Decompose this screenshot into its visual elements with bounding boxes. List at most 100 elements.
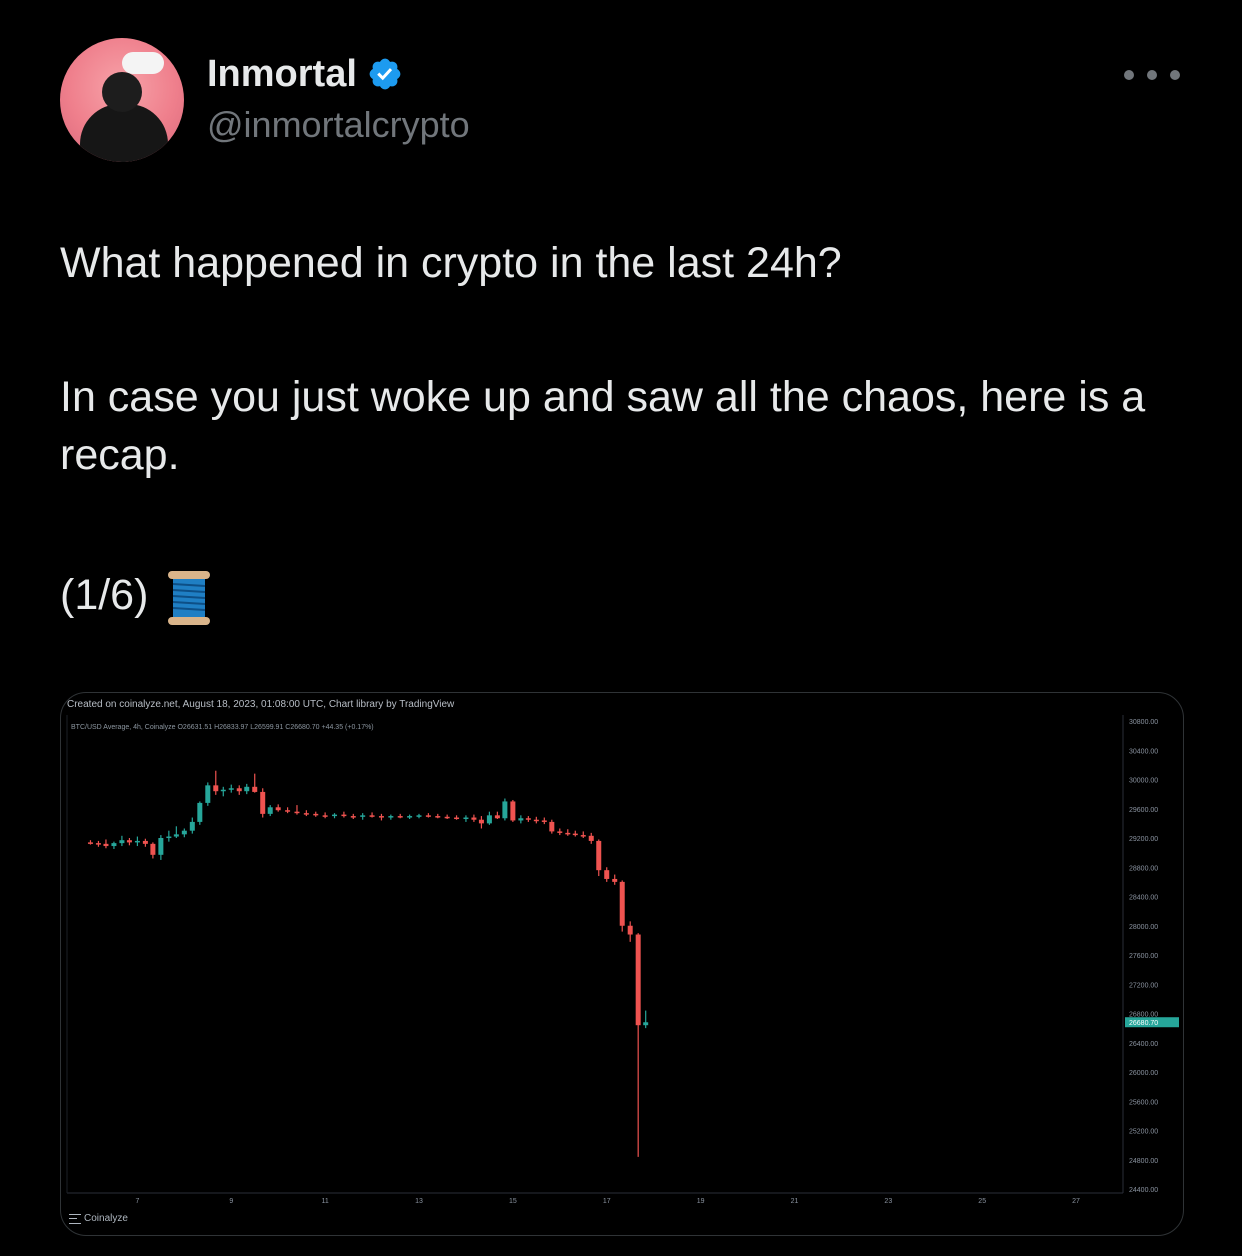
candle-body <box>397 816 403 818</box>
candle-body <box>213 785 219 792</box>
price-tick-label: 30000.00 <box>1129 778 1158 785</box>
candle-body <box>369 815 375 817</box>
price-tick-label: 27200.00 <box>1129 982 1158 989</box>
candle-body <box>322 815 328 817</box>
candle-body <box>189 821 195 831</box>
candle-body <box>557 831 563 833</box>
price-tick-label: 30400.00 <box>1129 748 1158 755</box>
candle-body <box>619 881 625 926</box>
price-tick-label: 28400.00 <box>1129 895 1158 902</box>
price-tick-label: 28800.00 <box>1129 865 1158 872</box>
candle-body <box>313 813 319 816</box>
price-tick-label: 30800.00 <box>1129 719 1158 726</box>
thread-counter: (1/6) <box>60 571 149 619</box>
author-name[interactable]: Inmortal <box>207 53 357 96</box>
candle-body <box>294 811 300 814</box>
time-tick-label: 25 <box>978 1198 986 1205</box>
candle-body <box>454 817 460 820</box>
candle-body <box>416 815 422 817</box>
last-price-label: 26680.70 <box>1129 1020 1158 1027</box>
time-tick-label: 13 <box>415 1198 423 1205</box>
candle-body <box>119 840 125 844</box>
candle-body <box>635 934 641 1026</box>
candle-body <box>643 1022 649 1026</box>
candle-body <box>236 788 242 792</box>
time-tick-label: 21 <box>791 1198 799 1205</box>
coinalyze-logo-icon <box>69 1213 81 1224</box>
post-text: What happened in crypto in the last 24h?… <box>60 234 1190 627</box>
candle-body <box>502 801 508 819</box>
candle-body <box>142 840 148 844</box>
author-handle[interactable]: @inmortalcrypto <box>207 104 470 146</box>
candle-body <box>244 786 250 792</box>
candle-body <box>332 814 338 817</box>
candle-body <box>173 834 179 837</box>
candle-body <box>275 807 281 811</box>
candle-body <box>627 925 633 935</box>
post-text-line-2: In case you just woke up and saw all the… <box>60 373 1146 479</box>
time-tick-label: 15 <box>509 1198 517 1205</box>
time-tick-label: 11 <box>321 1198 328 1205</box>
candle-body <box>303 813 309 815</box>
candle-body <box>260 791 266 814</box>
author-avatar[interactable] <box>60 38 184 162</box>
attached-chart-image[interactable]: Created on coinalyze.net, August 18, 202… <box>60 692 1184 1236</box>
price-tick-label: 29600.00 <box>1129 807 1158 814</box>
candle-body <box>471 817 477 820</box>
more-options-icon[interactable] <box>1124 62 1180 88</box>
avatar-figure-body <box>80 104 168 162</box>
candle-body <box>444 816 450 819</box>
author-name-row: Inmortal <box>207 52 403 96</box>
time-tick-label: 27 <box>1072 1198 1080 1205</box>
candle-body <box>166 836 172 839</box>
candle-body <box>533 819 539 822</box>
price-tick-label: 26400.00 <box>1129 1041 1158 1048</box>
candle-body <box>350 816 356 818</box>
price-tick-label: 25600.00 <box>1129 1099 1158 1106</box>
more-dot <box>1147 70 1157 80</box>
candle-body <box>103 843 109 847</box>
avatar-figure-head <box>102 72 142 112</box>
post-text-line-3: (1/6) <box>60 566 1190 627</box>
time-tick-label: 17 <box>603 1198 611 1205</box>
candle-body <box>267 807 273 814</box>
price-tick-label: 26000.00 <box>1129 1070 1158 1077</box>
candle-body <box>478 819 484 824</box>
time-tick-label: 19 <box>697 1198 705 1205</box>
candle-body <box>425 815 431 817</box>
candle-body <box>486 815 492 824</box>
candle-body <box>525 818 531 820</box>
price-tick-label: 27600.00 <box>1129 953 1158 960</box>
candle-body <box>494 815 500 819</box>
candle-body <box>205 785 211 803</box>
candle-body <box>111 843 117 847</box>
candle-body <box>87 842 93 844</box>
more-dot <box>1124 70 1134 80</box>
candle-body <box>596 840 602 871</box>
candle-body <box>510 801 516 821</box>
candle-body <box>604 870 610 879</box>
candle-body <box>134 840 140 843</box>
candle-body <box>588 835 594 841</box>
watermark-text: Coinalyze <box>84 1213 128 1224</box>
verified-badge-icon <box>369 58 401 90</box>
price-tick-label: 25200.00 <box>1129 1129 1158 1136</box>
candle-body <box>126 840 132 843</box>
candle-body <box>181 830 187 835</box>
candle-body <box>228 788 234 790</box>
candle-body <box>541 820 547 822</box>
candle-body <box>612 878 618 882</box>
time-tick-label: 9 <box>229 1198 233 1205</box>
time-tick-label: 23 <box>884 1198 892 1205</box>
candle-body <box>150 843 156 855</box>
candle-body <box>407 816 413 818</box>
candle-body <box>285 810 291 812</box>
spool-of-thread-icon <box>168 570 211 625</box>
candle-body <box>95 843 101 845</box>
candle-body <box>378 816 384 818</box>
price-chart: 30800.00 30400.00 30000.00 29600.00 29200.00… <box>66 715 1179 1205</box>
candle-body <box>252 786 258 792</box>
coinalyze-watermark: Coinalyze <box>69 1213 128 1224</box>
price-tick-label: 24400.00 <box>1129 1187 1158 1194</box>
candle-body <box>360 815 366 817</box>
